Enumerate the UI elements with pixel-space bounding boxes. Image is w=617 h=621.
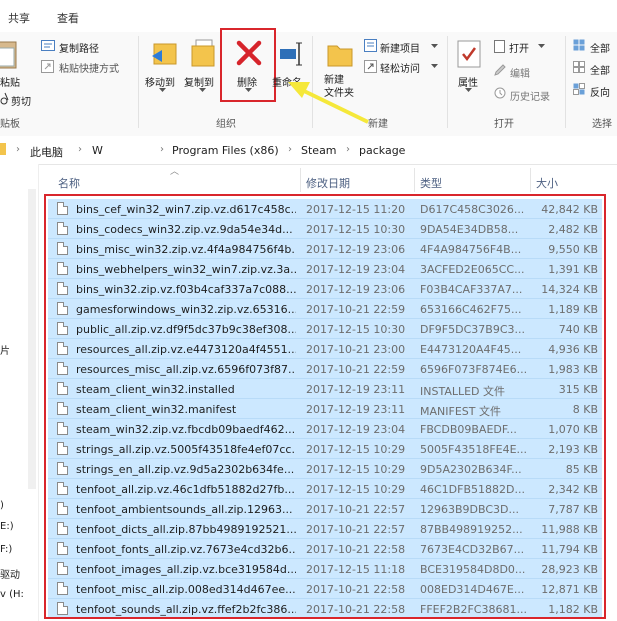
- copy-to-button[interactable]: 复制到: [184, 74, 214, 89]
- paste-icon[interactable]: [0, 38, 20, 70]
- chevron-right-icon: ›: [346, 144, 350, 155]
- copy-path-icon[interactable]: [41, 40, 55, 52]
- paste-shortcut-icon[interactable]: [41, 60, 55, 73]
- group-select-label: 选择: [592, 119, 612, 130]
- tab-view[interactable]: 查看: [57, 10, 79, 26]
- select-none-icon[interactable]: [573, 61, 585, 73]
- chevron-right-icon: ›: [78, 144, 82, 155]
- chevron-right-icon: ›: [288, 144, 292, 155]
- group-clipboard-label: 贴板: [0, 119, 20, 130]
- move-to-button[interactable]: 移动到: [145, 74, 175, 89]
- nav-item[interactable]: ): [0, 500, 4, 511]
- tab-share[interactable]: 共享: [8, 10, 30, 26]
- chevron-down-icon[interactable]: [431, 64, 438, 69]
- chevron-right-icon: ›: [16, 144, 20, 155]
- ribbon-tabs: 共享 查看: [0, 0, 617, 33]
- column-name[interactable]: 名称: [58, 175, 80, 191]
- copy-path-button[interactable]: 复制路径: [59, 40, 99, 55]
- navigation-pane: 片 ) E:) F:) 驱动 v (H:: [0, 164, 39, 621]
- delete-x-icon[interactable]: [236, 40, 262, 66]
- breadcrumb-drive[interactable]: W: [92, 144, 103, 157]
- chevron-down-icon[interactable]: [431, 44, 438, 49]
- properties-icon[interactable]: [457, 40, 481, 68]
- select-all-icon[interactable]: [573, 39, 585, 51]
- nav-item[interactable]: 片: [0, 342, 10, 357]
- column-size[interactable]: 大小: [536, 175, 558, 191]
- chevron-down-icon[interactable]: [199, 88, 206, 93]
- group-organize-label: 组织: [216, 119, 236, 130]
- nav-item[interactable]: F:): [0, 544, 12, 555]
- cut-button[interactable]: 剪切: [11, 93, 31, 108]
- move-to-icon[interactable]: [150, 38, 178, 70]
- chevron-down-icon[interactable]: [245, 88, 252, 93]
- new-item-button[interactable]: 新建项目: [380, 40, 420, 55]
- open-icon[interactable]: [494, 40, 505, 53]
- nav-item[interactable]: 驱动: [0, 566, 20, 581]
- chevron-down-icon[interactable]: [465, 88, 472, 93]
- column-type[interactable]: 类型: [420, 175, 442, 191]
- new-item-icon[interactable]: [364, 39, 377, 52]
- invert-selection-icon[interactable]: [573, 83, 585, 95]
- chevron-down-icon[interactable]: [159, 88, 166, 93]
- easy-access-button[interactable]: 轻松访问: [380, 60, 420, 75]
- copy-to-icon[interactable]: [190, 38, 218, 70]
- nav-item[interactable]: v (H:: [0, 589, 24, 600]
- paste-shortcut-button[interactable]: 粘贴快捷方式: [59, 60, 119, 75]
- delete-button[interactable]: 删除: [237, 74, 257, 89]
- sort-arrow-icon: ︿: [170, 167, 180, 177]
- properties-button[interactable]: 属性: [458, 74, 478, 89]
- chevron-down-icon[interactable]: [538, 44, 545, 49]
- files-highlight-box: [44, 194, 606, 619]
- annotation-arrow: [288, 82, 369, 124]
- edit-icon[interactable]: [494, 64, 506, 76]
- invert-selection-button[interactable]: 反向: [590, 84, 610, 99]
- breadcrumb-this-pc[interactable]: 此电脑: [30, 144, 63, 160]
- chevron-right-icon: ›: [160, 144, 164, 155]
- rename-icon[interactable]: [279, 40, 305, 66]
- history-button[interactable]: 历史记录: [510, 88, 550, 103]
- address-bar[interactable]: › 此电脑 › W › Program Files (x86) › Steam …: [0, 136, 617, 293]
- edit-button[interactable]: 编辑: [510, 65, 530, 80]
- column-date[interactable]: 修改日期: [306, 175, 350, 191]
- new-folder-icon[interactable]: [326, 38, 354, 70]
- nav-item[interactable]: E:): [0, 521, 14, 532]
- select-none-button[interactable]: 全部: [590, 62, 610, 77]
- breadcrumb-program-files[interactable]: Program Files (x86): [172, 144, 279, 157]
- open-button[interactable]: 打开: [509, 40, 529, 55]
- breadcrumb-steam[interactable]: Steam: [301, 144, 337, 157]
- paste-label[interactable]: 粘贴: [0, 74, 20, 89]
- scrollbar[interactable]: [28, 189, 36, 489]
- scissors-icon[interactable]: [0, 92, 10, 106]
- history-icon[interactable]: [494, 87, 506, 99]
- folder-icon: [0, 143, 6, 155]
- select-all-button[interactable]: 全部: [590, 40, 610, 55]
- column-header: ︿ 名称 修改日期 类型 大小: [44, 166, 617, 194]
- breadcrumb-package[interactable]: package: [359, 144, 405, 157]
- group-open-label: 打开: [494, 119, 514, 130]
